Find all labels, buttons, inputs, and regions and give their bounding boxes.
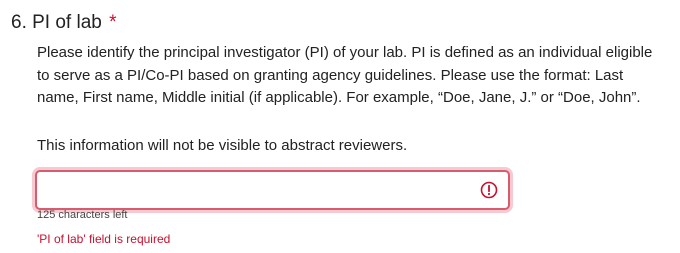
question-description-text: Please identify the principal investigat… [37, 44, 653, 106]
pi-of-lab-field[interactable] [35, 170, 510, 210]
pi-of-lab-input[interactable] [37, 172, 477, 208]
field-required-error: 'PI of lab' field is required [37, 232, 171, 246]
question-pi-of-lab: 6. PI of lab * Please identify the princ… [0, 0, 680, 253]
exclamation-circle-icon [480, 181, 498, 199]
characters-left-counter: 125 characters left [37, 209, 128, 221]
question-title: 6. PI of lab * [11, 11, 117, 35]
visibility-note: This information will not be visible to … [37, 137, 408, 154]
required-asterisk: * [109, 12, 117, 33]
question-title-text: 6. PI of lab [11, 12, 102, 33]
question-description: Please identify the principal investigat… [37, 42, 667, 110]
